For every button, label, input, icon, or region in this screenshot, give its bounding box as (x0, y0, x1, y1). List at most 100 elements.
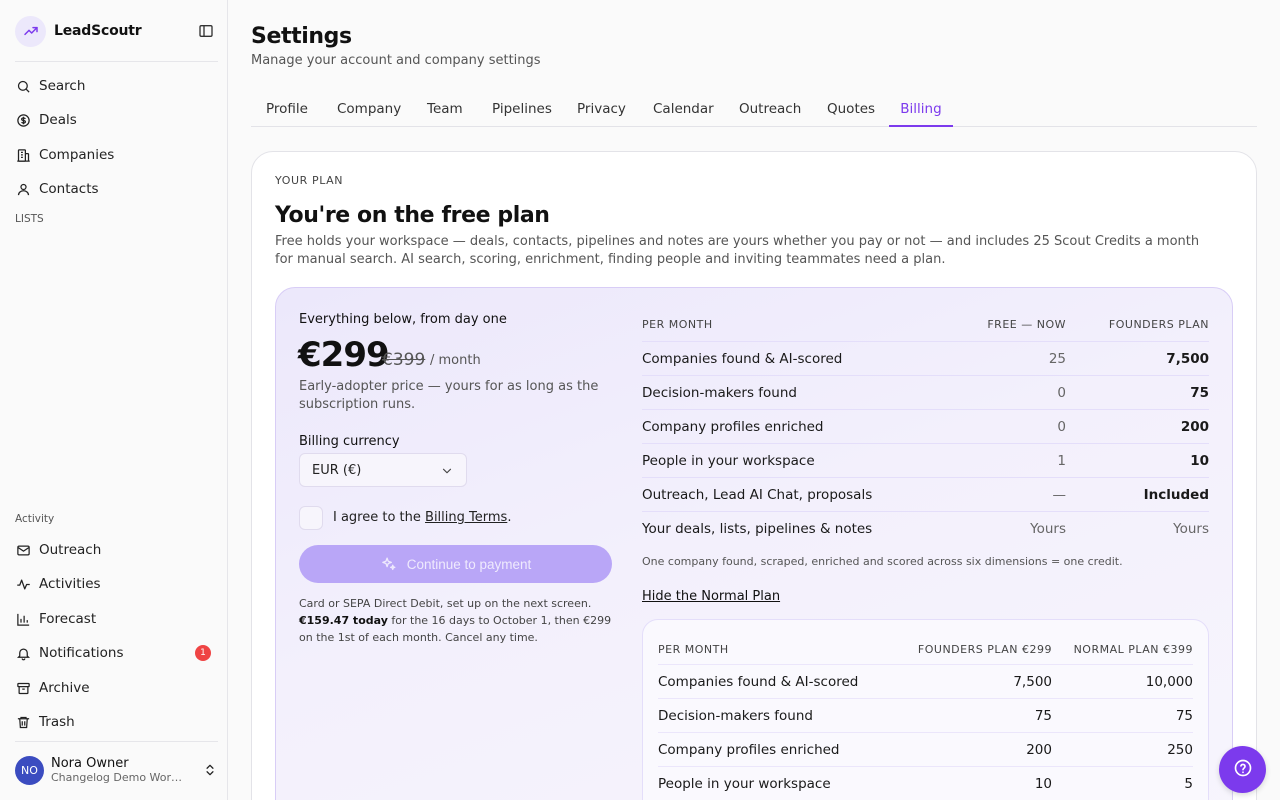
tab-billing[interactable]: Billing (889, 92, 953, 127)
free-value: 0 (1057, 418, 1066, 435)
founders-value: 200 (1180, 418, 1209, 435)
table-row: Decision-makers found 0 75 (642, 376, 1209, 410)
sidebar: LeadScoutr Search Deals Companies Contac… (0, 0, 228, 800)
currency-value: EUR (€) (312, 462, 362, 478)
column-header: FOUNDERS PLAN (1108, 318, 1209, 331)
sidebar-item-archive[interactable]: Archive (15, 675, 218, 701)
settings-tabs: Profile Company Team Pipelines Privacy C… (251, 92, 1257, 127)
app-name: LeadScoutr (54, 23, 142, 39)
sidebar-item-label: Archive (39, 680, 90, 696)
tab-pipelines[interactable]: Pipelines (492, 92, 552, 127)
row-label: People in your workspace (658, 776, 831, 792)
column-header: NORMAL PLAN €399 (1073, 643, 1193, 656)
tab-outreach[interactable]: Outreach (739, 92, 801, 127)
agree-terms-checkbox[interactable] (299, 506, 323, 530)
help-circle-icon (1233, 758, 1253, 782)
tab-privacy[interactable]: Privacy (577, 92, 626, 127)
free-value: Yours (1030, 521, 1066, 537)
old-price: €399 (382, 350, 426, 370)
sidebar-item-notifications[interactable]: Notifications 1 (15, 640, 218, 666)
everything-label: Everything below, from day one (299, 312, 507, 327)
tab-quotes[interactable]: Quotes (827, 92, 875, 127)
billing-currency-label: Billing currency (299, 434, 400, 449)
row-label: Company profiles enriched (642, 418, 824, 435)
row-label: Decision-makers found (642, 384, 797, 401)
founders-value: 75 (1190, 384, 1209, 401)
sidebar-item-label: Contacts (39, 181, 99, 197)
avatar: NO (15, 755, 44, 785)
row-label: Your deals, lists, pipelines & notes (642, 521, 873, 537)
payment-note: Card or SEPA Direct Debit, set up on the… (299, 595, 614, 646)
archive-icon (15, 680, 31, 696)
search-icon (15, 78, 31, 94)
row-label: Decision-makers found (658, 708, 813, 724)
normal-value: 75 (1175, 708, 1193, 724)
bar-chart-icon (15, 611, 31, 627)
sidebar-toggle-icon[interactable] (197, 22, 215, 40)
pay-button-label: Continue to payment (406, 556, 532, 572)
section-eyebrow: YOUR PLAN (275, 174, 344, 187)
trending-up-icon (15, 15, 46, 47)
divider (15, 61, 218, 62)
tab-company[interactable]: Company (337, 92, 401, 127)
agree-suffix: . (507, 510, 512, 525)
sidebar-item-companies[interactable]: Companies (15, 142, 218, 168)
sidebar-item-label: Outreach (39, 542, 102, 558)
sidebar-item-search[interactable]: Search (15, 73, 218, 99)
brand[interactable]: LeadScoutr (15, 15, 142, 47)
sidebar-item-label: Deals (39, 112, 77, 128)
early-adopter-note: Early-adopter price — yours for as long … (299, 379, 599, 412)
row-label: Company profiles enriched (658, 742, 840, 758)
sidebar-item-trash[interactable]: Trash (15, 709, 218, 735)
trash-icon (15, 714, 31, 730)
sidebar-item-contacts[interactable]: Contacts (15, 176, 218, 202)
price: €299 (298, 335, 390, 375)
user-menu[interactable]: NO Nora Owner Changelog Demo Workspace (15, 753, 218, 787)
bell-icon (15, 645, 31, 661)
table-row: Decision-makers found 75 75 (658, 699, 1193, 733)
tab-team[interactable]: Team (427, 92, 463, 127)
page-subtitle: Manage your account and company settings (251, 53, 541, 68)
divider (15, 741, 218, 742)
sidebar-item-label: Forecast (39, 611, 97, 627)
workspace-name: Changelog Demo Workspace (51, 771, 187, 784)
page-title: Settings (251, 24, 352, 49)
continue-to-payment-button[interactable]: Continue to payment (299, 545, 612, 583)
table-row: Company profiles enriched 0 200 (642, 410, 1209, 444)
agree-prefix: I agree to the (333, 510, 426, 525)
help-button[interactable] (1219, 746, 1266, 793)
table-row: Outreach, Lead AI Chat, proposals — Incl… (642, 478, 1209, 512)
billing-terms-link[interactable]: Billing Terms (425, 510, 507, 525)
tab-calendar[interactable]: Calendar (653, 92, 714, 127)
activity-icon (15, 576, 31, 592)
normal-value: 250 (1167, 742, 1193, 758)
founders-value: 10 (1190, 452, 1209, 469)
chevrons-up-down-icon[interactable] (202, 762, 218, 778)
hide-normal-plan-link[interactable]: Hide the Normal Plan (642, 589, 780, 604)
founders-value: 7,500 (1166, 350, 1209, 367)
column-header: PER MONTH (642, 318, 713, 331)
sidebar-item-outreach[interactable]: Outreach (15, 537, 218, 563)
table-header-row: PER MONTH FOUNDERS PLAN €299 NORMAL PLAN… (658, 631, 1193, 665)
tab-profile[interactable]: Profile (266, 92, 308, 127)
sidebar-item-deals[interactable]: Deals (15, 107, 218, 133)
free-value: 0 (1057, 384, 1066, 401)
sidebar-item-label: Companies (39, 147, 115, 163)
founders-value: 10 (1034, 776, 1052, 792)
founders-value: 200 (1026, 742, 1052, 758)
founders-value: Included (1143, 486, 1209, 503)
founders-value: 7,500 (1013, 674, 1052, 690)
free-value: 25 (1048, 350, 1066, 367)
sidebar-item-activities[interactable]: Activities (15, 571, 218, 597)
currency-select[interactable]: EUR (€) (299, 453, 467, 487)
activity-section-label: Activity (15, 513, 55, 525)
sidebar-item-label: Trash (39, 714, 75, 730)
normal-value: 10,000 (1145, 674, 1193, 690)
table-row: People in your workspace 1 10 (642, 444, 1209, 478)
agree-terms-label: I agree to the Billing Terms. (333, 510, 511, 525)
column-header: PER MONTH (658, 643, 729, 656)
row-label: Companies found & AI-scored (658, 674, 859, 690)
plan-title: You're on the free plan (275, 203, 550, 228)
sidebar-item-forecast[interactable]: Forecast (15, 606, 218, 632)
plan-description: Free holds your workspace — deals, conta… (275, 234, 1200, 267)
